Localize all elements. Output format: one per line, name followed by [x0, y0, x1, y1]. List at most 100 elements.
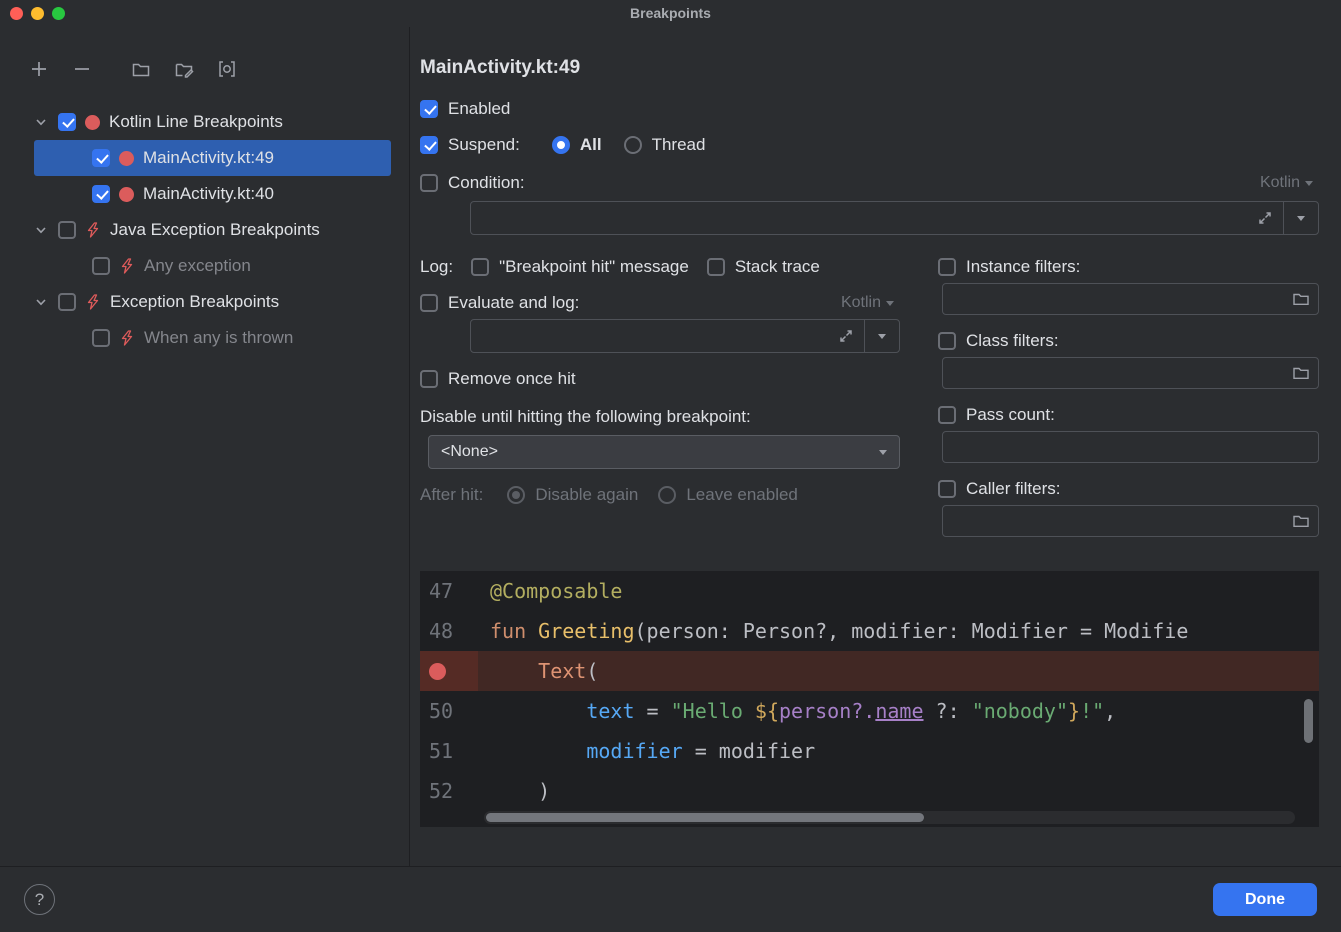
- group-checkbox[interactable]: [58, 221, 76, 239]
- tree-group-java-exception-breakpoints[interactable]: Java Exception Breakpoints: [34, 212, 391, 248]
- zoom-window-button[interactable]: [52, 7, 65, 20]
- evaluate-and-log-label[interactable]: Evaluate and log:: [448, 293, 579, 313]
- minimize-window-button[interactable]: [31, 7, 44, 20]
- stack-trace-label[interactable]: Stack trace: [735, 257, 820, 277]
- expand-editor-icon[interactable]: [838, 328, 854, 344]
- log-message-checkbox[interactable]: [471, 258, 489, 276]
- tree-item-mainactivity-40[interactable]: MainActivity.kt:40: [34, 176, 391, 212]
- gutter-breakpoint[interactable]: [420, 651, 478, 691]
- tree-group-kotlin-line-breakpoints[interactable]: Kotlin Line Breakpoints: [34, 104, 391, 140]
- chevron-down-icon[interactable]: [34, 295, 49, 309]
- stack-trace-checkbox[interactable]: [707, 258, 725, 276]
- tree-item-label: MainActivity.kt:40: [143, 184, 274, 204]
- suspend-all-radio[interactable]: [552, 136, 570, 154]
- group-breakpoints-button[interactable]: [130, 58, 152, 80]
- vertical-scrollbar[interactable]: [1302, 575, 1316, 805]
- remove-once-hit-label[interactable]: Remove once hit: [448, 369, 576, 389]
- leave-enabled-radio[interactable]: [658, 486, 676, 504]
- remove-breakpoint-button[interactable]: [71, 58, 93, 80]
- exception-breakpoint-icon: [85, 294, 101, 310]
- group-checkbox[interactable]: [58, 293, 76, 311]
- breakpoint-dot-icon[interactable]: [429, 663, 446, 680]
- breakpoint-checkbox[interactable]: [92, 257, 110, 275]
- vertical-scrollbar-thumb[interactable]: [1304, 699, 1313, 743]
- browse-folder-icon[interactable]: [1292, 290, 1310, 308]
- add-breakpoint-button[interactable]: [28, 58, 50, 80]
- gutter-line-number: 48: [420, 611, 478, 651]
- breakpoint-title: MainActivity.kt:49: [420, 57, 1319, 79]
- code-line: 51 modifier = modifier: [420, 731, 1319, 771]
- caller-filters-field: [942, 505, 1319, 537]
- breakpoint-checkbox[interactable]: [92, 185, 110, 203]
- instance-filters-field: [942, 283, 1319, 315]
- disable-until-dropdown[interactable]: <None>: [428, 435, 900, 469]
- leave-enabled-label[interactable]: Leave enabled: [686, 485, 798, 505]
- disable-again-label[interactable]: Disable again: [535, 485, 638, 505]
- condition-label[interactable]: Condition:: [448, 173, 525, 193]
- class-filters-label[interactable]: Class filters:: [966, 331, 1059, 351]
- breakpoint-checkbox[interactable]: [92, 329, 110, 347]
- tree-group-exception-breakpoints[interactable]: Exception Breakpoints: [34, 284, 391, 320]
- group-by-class-button[interactable]: [216, 58, 238, 80]
- caller-filters-label[interactable]: Caller filters:: [966, 479, 1060, 499]
- details-left-column: Log: "Breakpoint hit" message Stack trac…: [420, 257, 900, 553]
- caller-filters-checkbox[interactable]: [938, 480, 956, 498]
- remove-once-hit-checkbox[interactable]: [420, 370, 438, 388]
- disable-again-radio[interactable]: [507, 486, 525, 504]
- enabled-label[interactable]: Enabled: [448, 99, 510, 119]
- window-title: Breakpoints: [0, 0, 1341, 27]
- class-filters-checkbox[interactable]: [938, 332, 956, 350]
- evaluate-input-combo: [470, 319, 900, 353]
- enabled-checkbox[interactable]: [420, 100, 438, 118]
- pass-count-checkbox[interactable]: [938, 406, 956, 424]
- browse-folder-icon[interactable]: [1292, 364, 1310, 382]
- pass-count-label[interactable]: Pass count:: [966, 405, 1055, 425]
- code-text: @Composable: [478, 571, 1319, 611]
- horizontal-scrollbar[interactable]: [484, 811, 1295, 824]
- tree-item-mainactivity-49[interactable]: MainActivity.kt:49: [34, 140, 391, 176]
- suspend-all-label[interactable]: All: [580, 135, 602, 155]
- chevron-down-icon[interactable]: [34, 223, 49, 237]
- condition-language-label: Kotlin: [1260, 174, 1300, 192]
- condition-language-selector[interactable]: Kotlin: [1260, 174, 1313, 192]
- line-breakpoint-icon: [119, 151, 134, 166]
- horizontal-scrollbar-thumb[interactable]: [486, 813, 924, 822]
- gutter-line-number: 47: [420, 571, 478, 611]
- group-checkbox[interactable]: [58, 113, 76, 131]
- code-text: text = "Hello ${person?.name ?: "nobody"…: [478, 691, 1319, 731]
- tree-group-label: Kotlin Line Breakpoints: [109, 112, 283, 132]
- exception-breakpoint-icon: [85, 222, 101, 238]
- expand-editor-icon[interactable]: [1257, 210, 1273, 226]
- code-text: fun Greeting(person: Person?, modifier: …: [478, 611, 1319, 651]
- exception-breakpoint-icon: [119, 330, 135, 346]
- tree-item-any-exception[interactable]: Any exception: [34, 248, 391, 284]
- log-label: Log:: [420, 257, 453, 277]
- tree-item-when-any-is-thrown[interactable]: When any is thrown: [34, 320, 391, 356]
- breakpoints-tree: Kotlin Line Breakpoints MainActivity.kt:…: [34, 104, 391, 356]
- suspend-thread-label[interactable]: Thread: [652, 135, 706, 155]
- chevron-down-icon: [878, 334, 886, 339]
- plus-icon: [29, 59, 49, 79]
- gutter-line-number: 52: [420, 771, 478, 811]
- evaluate-history-dropdown[interactable]: [865, 334, 899, 339]
- pass-count-block: Pass count:: [938, 405, 1319, 463]
- edit-description-button[interactable]: [173, 58, 195, 80]
- evaluate-language-selector[interactable]: Kotlin: [841, 294, 894, 312]
- close-window-button[interactable]: [10, 7, 23, 20]
- done-button[interactable]: Done: [1213, 883, 1317, 916]
- instance-filters-checkbox[interactable]: [938, 258, 956, 276]
- evaluate-and-log-checkbox[interactable]: [420, 294, 438, 312]
- condition-checkbox[interactable]: [420, 174, 438, 192]
- log-message-label[interactable]: "Breakpoint hit" message: [499, 257, 689, 277]
- suspend-checkbox[interactable]: [420, 136, 438, 154]
- suspend-label[interactable]: Suspend:: [448, 135, 520, 155]
- browse-folder-icon[interactable]: [1292, 512, 1310, 530]
- dialog-footer: ? Done: [0, 866, 1341, 932]
- instance-filters-label[interactable]: Instance filters:: [966, 257, 1080, 277]
- chevron-down-icon: [879, 450, 887, 455]
- suspend-thread-radio[interactable]: [624, 136, 642, 154]
- help-button[interactable]: ?: [24, 884, 55, 915]
- chevron-down-icon[interactable]: [34, 115, 49, 129]
- condition-history-dropdown[interactable]: [1284, 216, 1318, 221]
- breakpoint-checkbox[interactable]: [92, 149, 110, 167]
